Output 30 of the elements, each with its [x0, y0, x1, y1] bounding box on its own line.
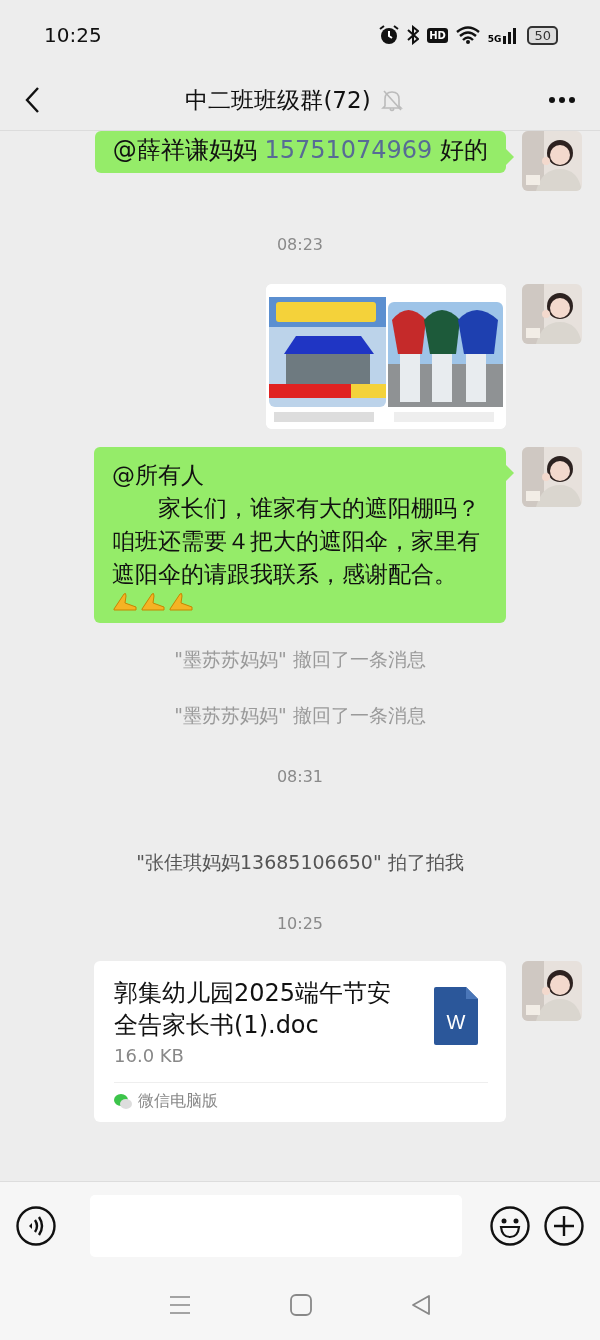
phone-link[interactable]: 15751074969: [264, 136, 433, 164]
word-document-icon: W: [434, 987, 478, 1045]
file-size: 16.0 KB: [114, 1045, 185, 1066]
timestamp: 10:25: [276, 914, 324, 933]
alarm-icon: [379, 25, 400, 45]
network-label: 5G: [487, 35, 502, 44]
pat-notice: "张佳琪妈妈13685106650" 拍了拍我: [136, 850, 464, 875]
home-icon[interactable]: [290, 1294, 312, 1316]
bluetooth-icon: [407, 25, 420, 45]
timestamp: 08:31: [276, 767, 324, 786]
message-text: 家长们，谁家有大的遮阳棚吗？咱班还需要４把大的遮阳伞，家里有遮阳伞的请跟我联系，感谢配合。: [112, 494, 481, 589]
back-icon[interactable]: [24, 86, 40, 114]
hd-badge: HD: [427, 27, 448, 43]
file-name: 郭集幼儿园2025端午节安全告家长书(1).doc: [114, 978, 393, 1041]
battery-indicator: 50: [527, 25, 558, 45]
chat-bubbles-icon: [114, 1093, 132, 1110]
wifi-icon: [455, 26, 480, 44]
back-nav-icon[interactable]: [410, 1294, 431, 1316]
more-icon[interactable]: [548, 96, 576, 104]
file-card[interactable]: 郭集幼儿园2025端午节安全告家长书(1).doc 16.0 KB W 微信电脑版: [94, 961, 506, 1122]
recall-notice: "墨苏苏妈妈" 撤回了一条消息: [174, 647, 426, 672]
timestamp: 08:23: [276, 235, 324, 254]
status-time: 10:25: [44, 23, 102, 47]
voice-icon[interactable]: [16, 1206, 56, 1246]
mention-text: @所有人: [112, 461, 204, 490]
emoji-icon[interactable]: [490, 1206, 530, 1246]
add-icon[interactable]: [544, 1206, 584, 1246]
recall-notice: "墨苏苏妈妈" 撤回了一条消息: [174, 703, 426, 728]
chat-title: 中二班班级群(72): [185, 85, 371, 115]
source-label: 微信电脑版: [138, 1091, 218, 1112]
